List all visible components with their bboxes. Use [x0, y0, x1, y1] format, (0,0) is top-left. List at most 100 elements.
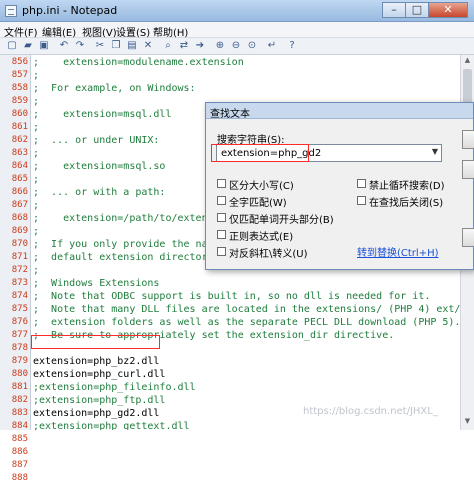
menu-view[interactable]: 视图(V) [82, 24, 117, 39]
code-line: ; [33, 122, 40, 133]
line-number: 872 [11, 265, 28, 275]
code-line: ; [33, 174, 40, 185]
menu-edit[interactable]: 编辑(E) [42, 24, 76, 39]
line-number: 875 [11, 304, 28, 314]
code-line: ;extension=php_ftp.dll [33, 395, 166, 406]
checkbox-escape-backslash[interactable] [217, 247, 226, 256]
regex-label: 正则表达式(E) [229, 232, 294, 243]
line-number: 869 [11, 226, 28, 236]
code-line: extension=php_bz2.dll [33, 356, 160, 367]
code-line: ; Windows Extensions [33, 278, 160, 289]
watermark: https://blog.csdn.net/JHXL_ [303, 406, 438, 417]
title-bar: php.ini - Notepad – □ ✕ [0, 0, 474, 22]
zoom-reset-icon[interactable]: ⊙ [246, 40, 258, 52]
line-number: 873 [11, 278, 28, 288]
checkbox-match-case[interactable] [217, 179, 226, 188]
checkbox-word-start[interactable] [217, 213, 226, 222]
code-line: ; extension folders as well as the separ… [33, 317, 460, 328]
window-controls: – □ ✕ [382, 2, 468, 19]
checkbox-whole-word[interactable] [217, 196, 226, 205]
goto-icon[interactable]: ➔ [194, 40, 206, 52]
line-number: 883 [11, 408, 28, 418]
code-line: ; ... or with a path: [33, 187, 166, 198]
find-dialog-title-bar[interactable]: 查找文本 [206, 103, 473, 120]
redo-icon[interactable]: ↷ [74, 40, 86, 52]
open-file-icon[interactable]: ▰ [22, 40, 34, 52]
line-number: 879 [11, 356, 28, 366]
code-line: ; [33, 70, 40, 81]
code-line: ; extension=msql.so [33, 161, 166, 172]
checkbox-close-after-find[interactable] [357, 196, 366, 205]
find-next-button[interactable] [462, 130, 474, 149]
search-input[interactable] [216, 144, 442, 162]
line-number: 858 [11, 83, 28, 93]
save-icon[interactable]: ▣ [38, 40, 50, 52]
checkbox-regex[interactable] [217, 230, 226, 239]
match-case-label: 区分大小写(C) [229, 181, 294, 192]
no-wrap-label: 禁止循环搜索(D) [369, 181, 445, 192]
code-line: ; For example, on Windows: [33, 83, 196, 94]
cut-icon[interactable]: ✂ [94, 40, 106, 52]
code-line: extension=php_gd2.dll [33, 408, 160, 419]
line-number: 881 [11, 382, 28, 392]
menu-help[interactable]: 帮助(H) [153, 24, 188, 39]
chevron-down-icon[interactable]: ▼ [430, 146, 440, 158]
line-number: 862 [11, 135, 28, 145]
line-number: 871 [11, 252, 28, 262]
zoom-in-icon[interactable]: ⊕ [214, 40, 226, 52]
line-number: 859 [11, 96, 28, 106]
code-line: ; [33, 265, 40, 276]
line-number: 882 [11, 395, 28, 405]
code-line: ; [33, 200, 40, 211]
menu-file[interactable]: 文件(F) [4, 24, 38, 39]
menu-settings[interactable]: 设置(S) [116, 24, 150, 39]
word-start-label: 仅匹配单词开头部分(B) [229, 215, 334, 226]
line-number: 867 [11, 200, 28, 210]
line-number-gutter: 856 857 858 859 860 861 862 863 864 865 866 867 868 8… [0, 55, 31, 483]
delete-icon[interactable]: ✕ [142, 40, 154, 52]
code-line: ; default extension directory. [33, 252, 220, 263]
checkbox-no-wrap[interactable] [357, 179, 366, 188]
line-number: 877 [11, 330, 28, 340]
notepad-app-icon [5, 5, 17, 17]
line-number: 878 [11, 343, 28, 353]
code-line: ; [33, 96, 40, 107]
code-line: ; Note that ODBC support is built in, so… [33, 291, 431, 302]
toolbar: ▢ ▰ ▣ ↶ ↷ ✂ ❐ ▤ ✕ ⌕ ⇄ ➔ ⊕ ⊖ ⊙ ↵ ? [0, 38, 474, 55]
scroll-down-icon[interactable]: ▼ [462, 417, 473, 428]
undo-icon[interactable]: ↶ [58, 40, 70, 52]
code-line: ; ... or under UNIX: [33, 135, 160, 146]
line-number: 870 [11, 239, 28, 249]
new-file-icon[interactable]: ▢ [6, 40, 18, 52]
line-number: 880 [11, 369, 28, 379]
close-button[interactable]: ✕ [428, 2, 468, 18]
wrap-icon[interactable]: ↵ [266, 40, 278, 52]
copy-icon[interactable]: ❐ [110, 40, 122, 52]
line-number: 861 [11, 122, 28, 132]
zoom-out-icon[interactable]: ⊖ [230, 40, 242, 52]
line-number: 864 [11, 161, 28, 171]
code-line: ; extension=msql.dll [33, 109, 172, 120]
replace-icon[interactable]: ⇄ [178, 40, 190, 52]
paste-icon[interactable]: ▤ [126, 40, 138, 52]
line-number: 885 [11, 434, 28, 444]
line-number: 860 [11, 109, 28, 119]
goto-replace-link[interactable]: 转到替换(Ctrl+H) [357, 244, 439, 259]
line-number: 857 [11, 70, 28, 80]
line-number: 856 [11, 57, 28, 67]
code-line: ;extension=php_fileinfo.dll [33, 382, 196, 393]
help-icon[interactable]: ? [286, 40, 298, 52]
find-icon[interactable]: ⌕ [162, 40, 174, 52]
minimize-button[interactable]: – [382, 2, 406, 18]
find-dialog-title: 查找文本 [210, 109, 250, 120]
maximize-button[interactable]: □ [405, 2, 429, 18]
menu-bar: 文件(F) 编辑(E) 视图(V) 设置(S) 帮助(H) [0, 22, 474, 39]
find-prev-button[interactable] [462, 160, 474, 179]
line-number: 876 [11, 317, 28, 327]
cancel-button[interactable] [462, 228, 474, 247]
scroll-up-icon[interactable]: ▲ [462, 56, 473, 67]
line-number: 886 [11, 447, 28, 457]
window-title: php.ini - Notepad [22, 4, 118, 17]
line-number: 865 [11, 174, 28, 184]
code-line: ; extension=modulename.extension [33, 57, 244, 68]
